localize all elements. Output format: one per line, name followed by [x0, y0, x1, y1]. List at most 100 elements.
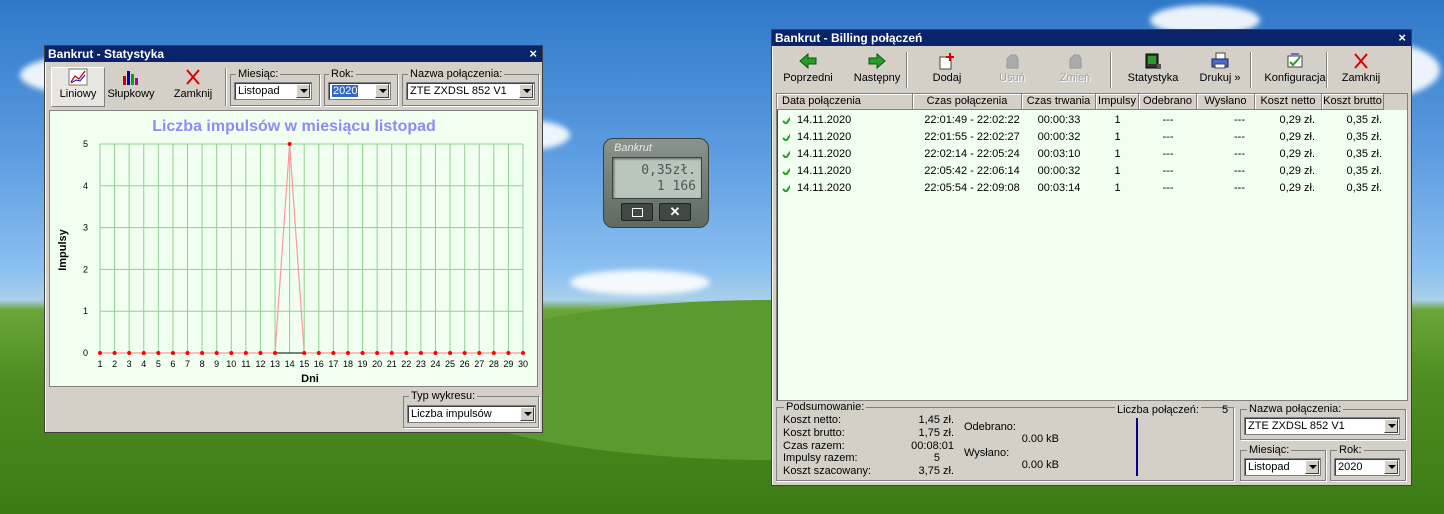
billing-year-select[interactable]: 2020 [1334, 458, 1400, 476]
chevron-down-icon[interactable] [519, 84, 533, 98]
chevron-down-icon[interactable] [296, 84, 310, 98]
x-tick-label: 16 [314, 359, 324, 369]
close-button[interactable]: Zamknij [1335, 52, 1387, 84]
data-point [141, 351, 146, 355]
table-cell: 14.11.2020 [797, 182, 852, 194]
sent-value: 0.00 kB [1021, 459, 1059, 471]
x-tick-label: 23 [416, 359, 426, 369]
add-button[interactable]: Dodaj [917, 52, 977, 84]
red-x-icon [183, 68, 203, 86]
toolbar-button-label: Drukuj » [1199, 72, 1241, 84]
widget-display: 0,35zł. 1 166 [612, 157, 702, 199]
x-tick-label: 7 [185, 359, 190, 369]
delete-button[interactable]: Usuń [982, 52, 1042, 84]
chevron-down-icon[interactable] [1384, 460, 1398, 474]
column-header[interactable]: Data połączenia [777, 94, 913, 110]
billing-year-label: Rok: [1337, 444, 1364, 456]
chart-button[interactable]: Statystyka [1122, 52, 1184, 84]
x-tick-label: 9 [214, 359, 219, 369]
column-header[interactable]: Odebrano [1139, 94, 1197, 110]
billing-titlebar[interactable]: Bankrut - Billing połączeń × [772, 30, 1411, 46]
config-button[interactable]: Konfiguracja [1259, 52, 1331, 84]
stat-month-select[interactable]: Listopad [234, 82, 312, 100]
table-cell: 00:00:32 [1037, 131, 1081, 143]
table-cell: --- [1234, 131, 1245, 143]
stat-close-label: Zamknij [173, 88, 213, 100]
table-row[interactable]: 14.11.2020 22:05:54 - 22:09:08 00:03:14 1 --… [777, 180, 1407, 197]
sent-label: Wysłano: [964, 447, 1010, 459]
table-cell: 1 [1114, 165, 1121, 177]
x-tick-label: 13 [270, 359, 280, 369]
stat-connection-label: Nazwa połączenia: [408, 68, 505, 80]
chevron-down-icon[interactable] [1384, 419, 1398, 433]
statistics-close-icon[interactable]: × [529, 46, 537, 62]
edit-icon [1065, 52, 1085, 70]
arrow-right-button[interactable]: Następny [844, 52, 910, 84]
x-tick-label: 25 [445, 359, 455, 369]
bar-chart-label: Słupkowy [107, 88, 155, 100]
stat-connection-value: ZTE ZXDSL 852 V1 [410, 85, 507, 97]
billing-month-select[interactable]: Listopad [1244, 458, 1321, 476]
column-header[interactable]: Koszt brutto [1322, 94, 1384, 110]
bar-chart-button[interactable]: Słupkowy [105, 68, 157, 106]
stat-connection-select[interactable]: ZTE ZXDSL 852 V1 [406, 82, 535, 100]
data-point [302, 351, 307, 355]
printer-button[interactable]: Drukuj » [1190, 52, 1250, 84]
table-row[interactable]: 14.11.2020 22:01:55 - 22:02:27 00:00:32 1 --… [777, 129, 1407, 146]
line-chart-button[interactable]: Liniowy [51, 67, 105, 107]
data-point [506, 351, 511, 355]
statistics-window: Bankrut - Statystyka × Liniowy Słupkowy … [44, 45, 543, 433]
table-cell: 0,35 zł. [1346, 114, 1382, 126]
chart-type-select[interactable]: Liczba impulsów [407, 405, 536, 423]
bankrut-mini-widget[interactable]: Bankrut 0,35zł. 1 166 ✕ [603, 138, 709, 228]
billing-connection-label: Nazwa połączenia: [1247, 403, 1344, 415]
total-time-label: Czas razem: [783, 440, 845, 452]
x-tick-label: 6 [170, 359, 175, 369]
statistics-titlebar[interactable]: Bankrut - Statystyka × [45, 46, 542, 62]
chart-type-value: Liczba impulsów [411, 408, 492, 420]
x-tick-label: 19 [358, 359, 368, 369]
column-header[interactable]: Koszt netto [1255, 94, 1322, 110]
chart-panel: Liczba impulsów w miesiącu listopad 0123… [49, 110, 538, 387]
table-row[interactable]: 14.11.2020 22:02:14 - 22:05:24 00:03:10 1 --… [777, 146, 1407, 163]
gross-cost-value: 1,75 zł. [918, 427, 954, 439]
x-tick-label: 2 [112, 359, 117, 369]
column-header[interactable]: Czas trwania [1022, 94, 1096, 110]
table-cell: 1 [1114, 114, 1121, 126]
data-point [331, 351, 336, 355]
widget-restore-button[interactable] [621, 203, 653, 221]
y-tick-label: 3 [83, 223, 88, 233]
data-point [185, 351, 190, 355]
billing-title: Bankrut - Billing połączeń [775, 31, 923, 45]
data-point [273, 351, 278, 355]
x-tick-label: 3 [127, 359, 132, 369]
x-tick-label: 18 [343, 359, 353, 369]
column-header[interactable]: Wysłano [1197, 94, 1255, 110]
calls-count-bar [1136, 418, 1138, 476]
chevron-down-icon[interactable] [375, 84, 389, 98]
calls-count-label: Liczba połączeń: [1115, 404, 1201, 416]
chevron-down-icon[interactable] [520, 407, 534, 421]
billing-close-icon[interactable]: × [1398, 30, 1406, 46]
calls-table: Data połączenia Czas połączenia Czas trwan… [776, 93, 1408, 401]
series-line [100, 143, 523, 354]
x-tick-label: 4 [141, 359, 146, 369]
table-row[interactable]: 14.11.2020 22:01:49 - 22:02:22 00:00:33 1 --… [777, 112, 1407, 129]
column-header[interactable]: Impulsy [1096, 94, 1139, 110]
stat-close-button[interactable]: Zamknij [167, 68, 219, 106]
calls-count-value: 5 [1222, 404, 1229, 416]
arrow-left-button[interactable]: Poprzedni [778, 52, 838, 84]
x-tick-label: 14 [285, 359, 295, 369]
edit-button[interactable]: Zmień [1045, 52, 1105, 84]
chevron-down-icon[interactable] [1305, 460, 1319, 474]
column-header[interactable]: Czas połączenia [913, 94, 1022, 110]
data-point [433, 351, 438, 355]
table-row[interactable]: 14.11.2020 22:05:42 - 22:06:14 00:00:32 1 --… [777, 163, 1407, 180]
billing-connection-select[interactable]: ZTE ZXDSL 852 V1 [1244, 417, 1400, 435]
widget-close-button[interactable]: ✕ [659, 203, 691, 221]
toolbar-button-label: Dodaj [932, 72, 962, 84]
table-cell: 0,29 zł. [1279, 131, 1315, 143]
stat-year-select[interactable]: 2020 [328, 82, 391, 100]
table-cell: 22:05:42 - 22:06:14 [924, 165, 1020, 177]
chart-title: Liczba impulsów w miesiącu listopad [152, 118, 436, 135]
